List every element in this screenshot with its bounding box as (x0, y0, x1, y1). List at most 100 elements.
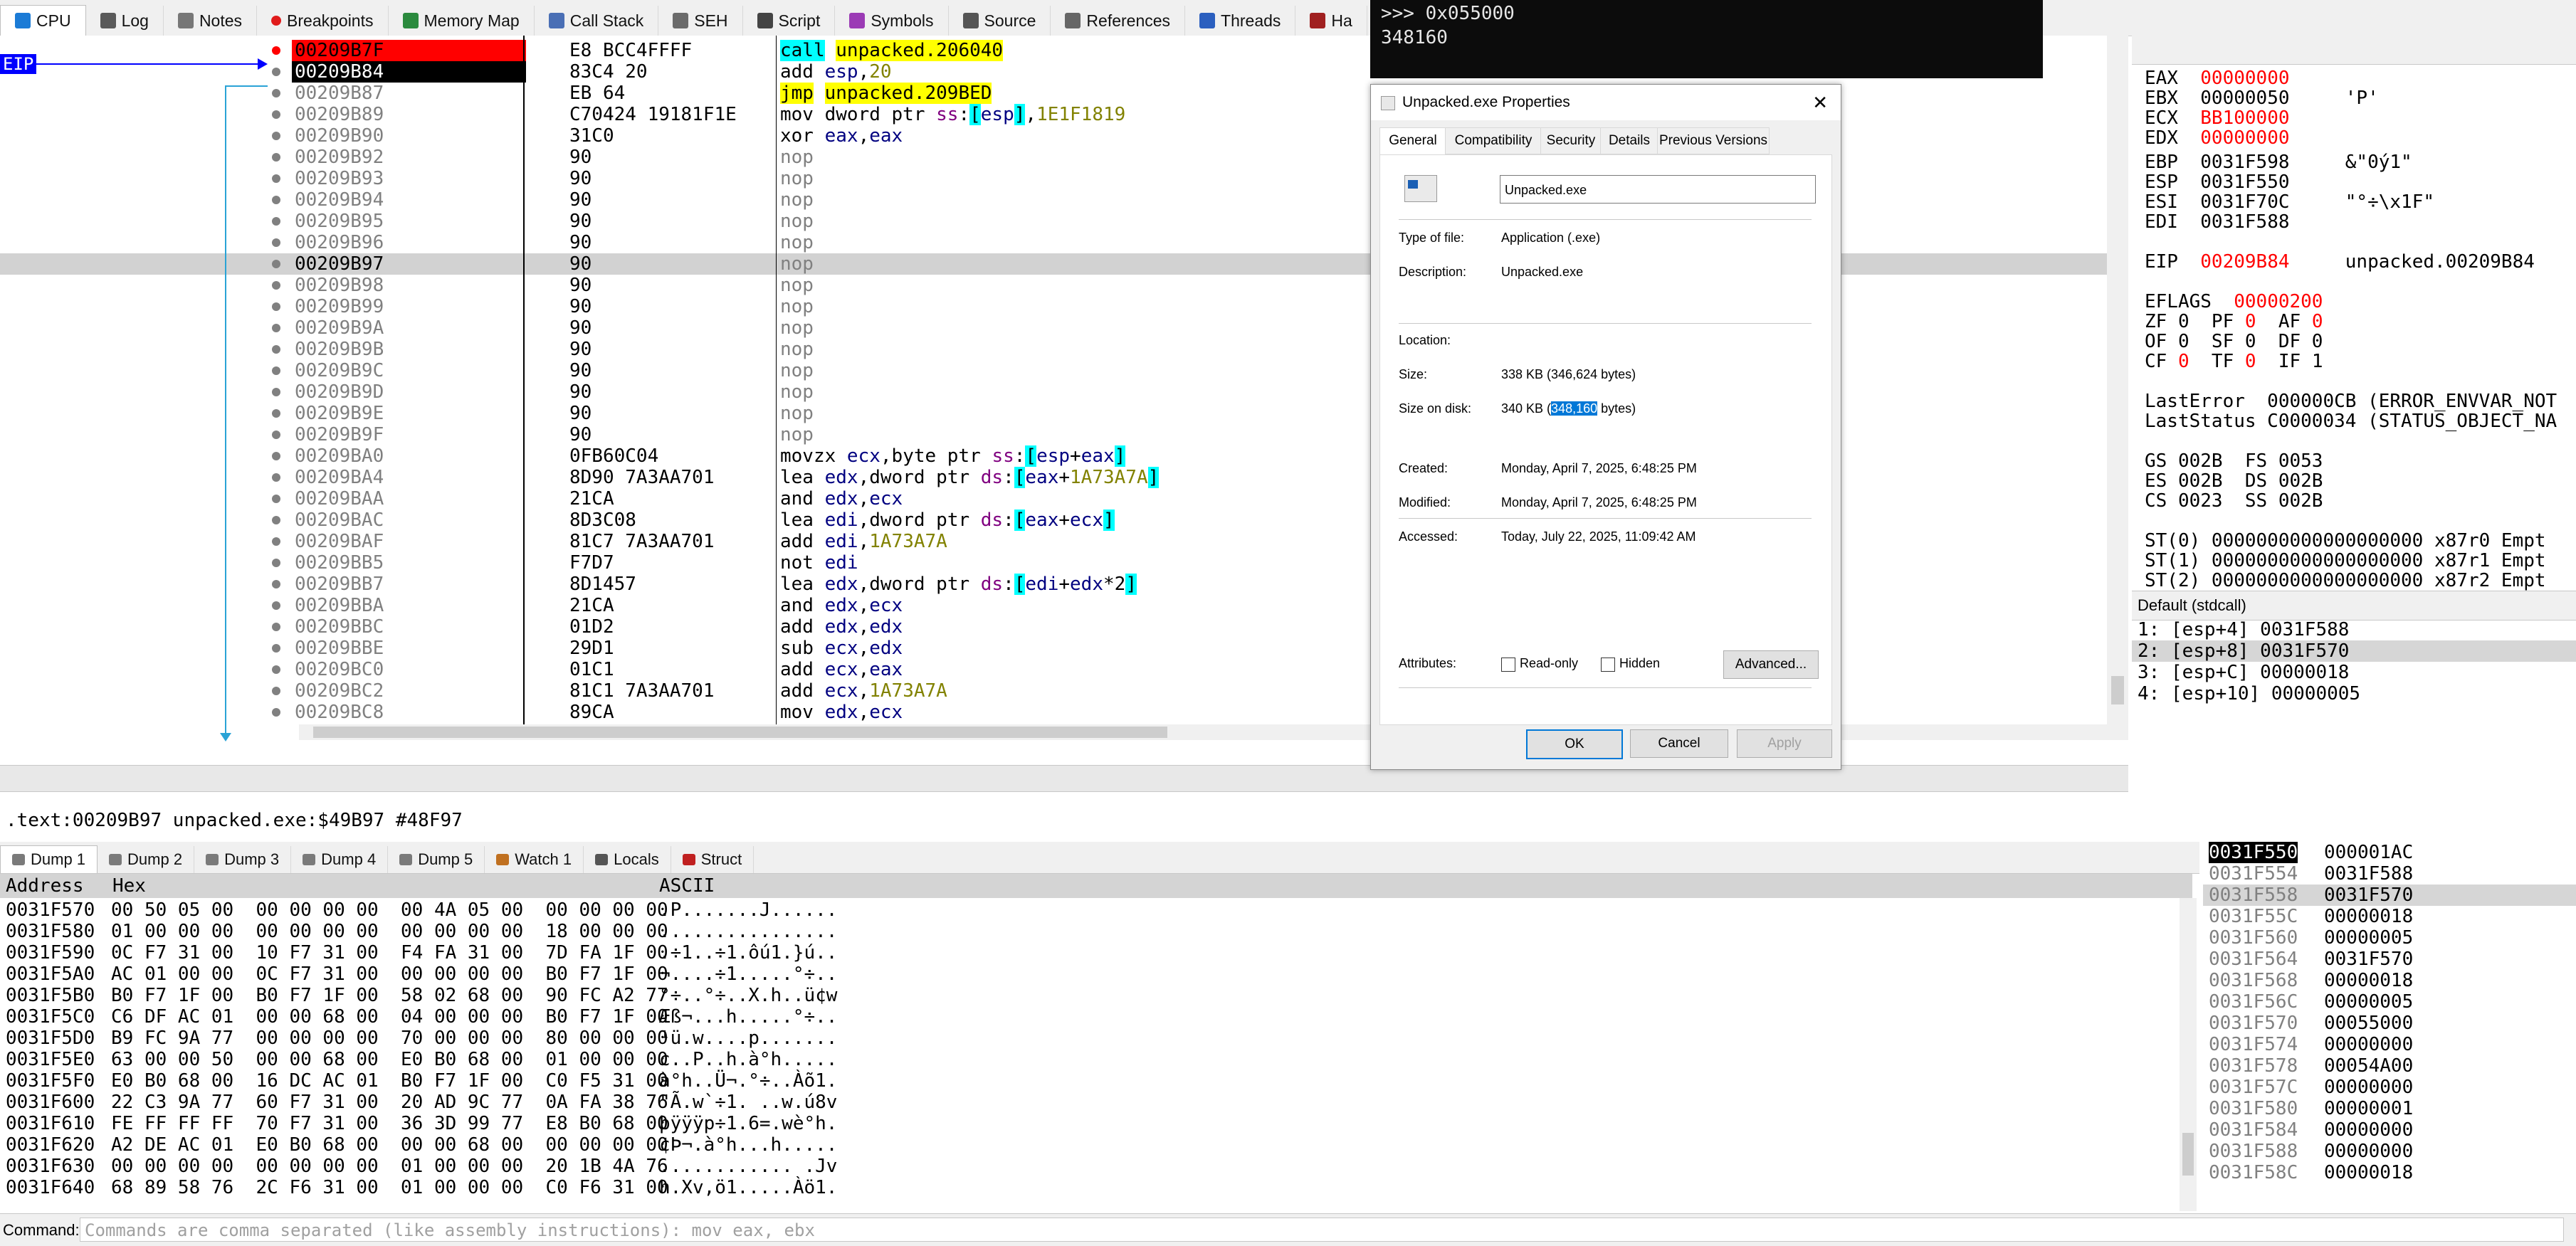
tab-dump-2[interactable]: Dump 2 (98, 846, 195, 873)
breakpoint-dot-icon[interactable] (272, 495, 280, 503)
stack-row[interactable]: 0031F570 00055000 (2203, 1013, 2576, 1034)
dump-row[interactable]: 0031F5F0 E0 B0 68 00 16 DC AC 01 B0 F7 1F… (0, 1070, 2178, 1092)
ok-button[interactable]: OK (1526, 729, 1623, 759)
breakpoint-dot-icon[interactable] (272, 665, 280, 674)
dump-vscrollbar[interactable] (2180, 898, 2197, 1211)
tab-watch-1[interactable]: Watch 1 (485, 846, 584, 873)
stack-row[interactable]: 0031F564 0031F570 (2203, 949, 2576, 970)
breakpoint-dot-icon[interactable] (272, 623, 280, 631)
register-eax[interactable]: EAX 00000000 (2145, 68, 2290, 88)
dump-row[interactable]: 0031F620 A2 DE AC 01 E0 B0 68 00 00 00 68… (0, 1134, 2178, 1156)
filename-field[interactable]: Unpacked.exe (1500, 175, 1816, 204)
tab-dump-1[interactable]: Dump 1 (0, 845, 98, 873)
tab-dump-3[interactable]: Dump 3 (194, 846, 292, 873)
breakpoint-dot-icon[interactable] (272, 68, 280, 76)
breakpoint-dot-icon[interactable] (272, 473, 280, 482)
breakpoint-dot-icon[interactable] (272, 409, 280, 418)
breakpoint-dot-icon[interactable] (272, 580, 280, 588)
dialog-tab-details[interactable]: Details (1600, 127, 1658, 154)
calling-convention-label[interactable]: Default (stdcall) (2132, 591, 2576, 621)
flags-row[interactable]: CF 0 TF 0 IF 1 (2145, 352, 2323, 371)
flags-row[interactable]: OF 0 SF 0 DF 0 (2145, 332, 2323, 352)
breakpoint-dot-icon[interactable] (272, 516, 280, 524)
fpu-register[interactable]: ST(2) 0000000000000000000 x87r2 Empt (2145, 571, 2546, 591)
breakpoint-dot-icon[interactable] (272, 281, 280, 290)
command-input[interactable]: Commands are comma separated (like assem… (80, 1218, 2564, 1242)
breakpoint-dot-icon[interactable] (272, 687, 280, 695)
tab-seh[interactable]: SEH (658, 6, 743, 36)
segment-registers[interactable]: ES 002B DS 002B (2145, 471, 2323, 491)
breakpoint-dot-icon[interactable] (272, 452, 280, 460)
dump-row[interactable]: 0031F5E0 63 00 00 50 00 00 68 00 E0 B0 68… (0, 1049, 2178, 1070)
stack-row[interactable]: 0031F580 00000001 (2203, 1098, 2576, 1119)
tab-breakpoints[interactable]: Breakpoints (257, 6, 389, 36)
breakpoint-dot-icon[interactable] (272, 132, 280, 140)
dump-row[interactable]: 0031F590 0C F7 31 00 10 F7 31 00 F4 FA 31… (0, 942, 2178, 963)
dump-row[interactable]: 0031F5D0 B9 FC 9A 77 00 00 00 00 70 00 00… (0, 1028, 2178, 1049)
tab-memory-map[interactable]: Memory Map (389, 6, 535, 36)
tab-source[interactable]: Source (949, 6, 1051, 36)
breakpoint-dot-icon[interactable] (272, 345, 280, 354)
readonly-checkbox[interactable] (1501, 658, 1515, 672)
tab-struct[interactable]: Struct (671, 846, 755, 873)
stack-row[interactable]: 0031F578 00054A00 (2203, 1055, 2576, 1077)
register-eflags[interactable]: EFLAGS 00000200 (2145, 292, 2323, 312)
flags-row[interactable]: ZF 0 PF 0 AF 0 (2145, 312, 2323, 332)
register-edx[interactable]: EDX 00000000 (2145, 128, 2290, 148)
dialog-tab-general[interactable]: General (1379, 127, 1446, 156)
breakpoint-dot-icon[interactable] (272, 89, 280, 97)
stack-row[interactable]: 0031F55C 00000018 (2203, 906, 2576, 927)
stack-row[interactable]: 0031F56C 00000005 (2203, 991, 2576, 1013)
register-eip[interactable]: EIP 00209B84 unpacked.00209B84 (2145, 252, 2535, 272)
disasm-vscrollbar[interactable] (2107, 36, 2128, 740)
tab-symbols[interactable]: Symbols (835, 6, 949, 36)
property-value[interactable]: 338 KB (346,624 bytes) (1501, 367, 1636, 382)
breakpoint-dot-icon[interactable] (272, 260, 280, 268)
property-value[interactable]: 340 KB (348,160 bytes) (1501, 401, 1636, 416)
arguments-panel[interactable]: 1: [esp+4] 0031F588 2: [esp+8] 0031F570 3:… (2132, 619, 2576, 704)
breakpoint-dot-icon[interactable] (272, 217, 280, 226)
hidden-checkbox[interactable] (1601, 658, 1615, 672)
property-value[interactable]: Today, July 22, 2025, 11:09:42 AM (1501, 529, 1696, 544)
dialog-tab-compatibility[interactable]: Compatibility (1445, 127, 1542, 154)
breakpoint-dot-icon[interactable] (272, 324, 280, 332)
stack-view[interactable]: 0031F550 000001AC 0031F554 0031F588 0031F558… (2203, 842, 2576, 1212)
breakpoint-dot-icon[interactable] (272, 46, 280, 55)
fpu-register[interactable]: ST(1) 0000000000000000000 x87r1 Empt (2145, 551, 2546, 571)
dump-row[interactable]: 0031F580 01 00 00 00 00 00 00 00 00 00 00… (0, 921, 2178, 942)
property-value[interactable]: Monday, April 7, 2025, 6:48:25 PM (1501, 461, 1697, 476)
argument-row[interactable]: 1: [esp+4] 0031F588 (2132, 619, 2576, 640)
fpu-register[interactable]: ST(0) 0000000000000000000 x87r0 Empt (2145, 531, 2546, 551)
cancel-button[interactable]: Cancel (1630, 729, 1728, 758)
register-ecx[interactable]: ECX BB100000 (2145, 108, 2290, 128)
breakpoint-dot-icon[interactable] (272, 601, 280, 610)
argument-row[interactable]: 4: [esp+10] 00000005 (2132, 683, 2576, 704)
last-error[interactable]: LastError 000000CB (ERROR_ENVVAR_NOT (2145, 391, 2557, 411)
breakpoint-dot-icon[interactable] (272, 366, 280, 375)
tab-call-stack[interactable]: Call Stack (535, 6, 659, 36)
stack-row[interactable]: 0031F568 00000018 (2203, 970, 2576, 991)
stack-row[interactable]: 0031F560 00000005 (2203, 927, 2576, 949)
register-esi[interactable]: ESI 0031F70C "°÷\x1F" (2145, 192, 2434, 212)
dump-row[interactable]: 0031F5B0 B0 F7 1F 00 B0 F7 1F 00 58 02 68… (0, 985, 2178, 1006)
dump-row[interactable]: 0031F5A0 AC 01 00 00 0C F7 31 00 00 00 00… (0, 963, 2178, 985)
breakpoint-dot-icon[interactable] (272, 644, 280, 653)
register-edi[interactable]: EDI 0031F588 (2145, 212, 2290, 232)
last-status[interactable]: LastStatus C0000034 (STATUS_OBJECT_NA (2145, 411, 2557, 431)
breakpoint-dot-icon[interactable] (272, 559, 280, 567)
properties-dialog[interactable]: Unpacked.exe Properties ✕ General Compati… (1370, 84, 1841, 770)
breakpoint-dot-icon[interactable] (272, 302, 280, 311)
breakpoint-dot-icon[interactable] (272, 174, 280, 183)
argument-row[interactable]: 2: [esp+8] 0031F570 (2132, 640, 2576, 662)
stack-row[interactable]: 0031F58C 00000018 (2203, 1162, 2576, 1183)
tab-dump-5[interactable]: Dump 5 (388, 846, 485, 873)
stack-row[interactable]: 0031F584 00000000 (2203, 1119, 2576, 1141)
segment-registers[interactable]: GS 002B FS 0053 (2145, 451, 2323, 471)
tab-locals[interactable]: Locals (584, 846, 671, 873)
breakpoint-dot-icon[interactable] (272, 110, 280, 119)
tab-script[interactable]: Script (743, 6, 836, 36)
dump-row[interactable]: 0031F640 68 89 58 76 2C F6 31 00 01 00 00… (0, 1177, 2178, 1198)
stack-row[interactable]: 0031F550 000001AC (2203, 842, 2576, 863)
property-value[interactable]: Application (.exe) (1501, 231, 1600, 245)
breakpoint-dot-icon[interactable] (272, 708, 280, 717)
